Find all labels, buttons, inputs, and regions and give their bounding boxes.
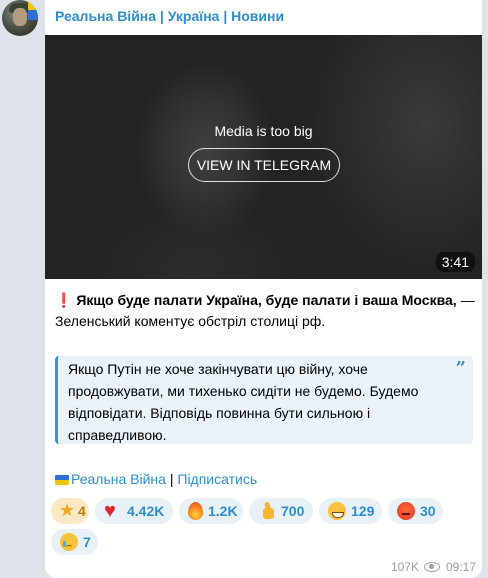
video-media[interactable]: Media is too big VIEW IN TELEGRAM 3:41 <box>45 35 482 279</box>
link-separator: | <box>165 471 178 487</box>
channel-avatar[interactable] <box>2 0 38 36</box>
channel-links: Реальна Війна | Підписатись <box>55 471 257 487</box>
channel-link[interactable]: Реальна Війна <box>71 471 166 487</box>
quote-text: Якщо Путін не хоче закінчувати цю війну,… <box>68 361 419 443</box>
avatar-flag-blue <box>28 10 38 20</box>
reaction-cry[interactable]: 7 <box>51 529 98 555</box>
channel-title[interactable]: Реальна Війна | Україна | Новини <box>55 8 284 24</box>
quote-icon: ” <box>455 358 466 379</box>
reaction-count: 4.42K <box>127 503 165 519</box>
reaction-grin[interactable]: 129 <box>319 498 382 524</box>
angry-face-icon <box>397 501 415 520</box>
subscribe-link[interactable]: Підписатись <box>177 471 257 487</box>
reaction-star[interactable]: ★ 4 <box>51 498 89 524</box>
red-heart-icon: ♥ <box>104 499 116 522</box>
reaction-count: 1.2K <box>208 503 238 519</box>
fire-icon <box>188 501 203 520</box>
reaction-angry[interactable]: 30 <box>388 498 443 524</box>
thumbs-up-icon <box>258 502 276 520</box>
media-too-big-text: Media is too big <box>214 123 313 139</box>
message-time: 09:17 <box>445 560 476 574</box>
avatar-face <box>13 8 27 26</box>
reaction-count: 4 <box>78 503 86 519</box>
star-icon: ★ <box>59 500 76 521</box>
reaction-thumbs-up[interactable]: 700 <box>249 498 313 524</box>
video-duration: 3:41 <box>435 252 475 272</box>
grinning-face-icon <box>328 501 346 520</box>
reaction-heart[interactable]: ♥ 4.42K <box>95 498 173 524</box>
reaction-count: 700 <box>281 503 305 519</box>
avatar-flag-yellow <box>28 0 38 10</box>
exclamation-icon: ❗ <box>55 292 73 308</box>
reaction-fire[interactable]: 1.2K <box>179 498 243 524</box>
reaction-count: 30 <box>420 503 436 519</box>
view-in-telegram-button[interactable]: VIEW IN TELEGRAM <box>188 148 340 182</box>
reaction-count: 7 <box>83 534 91 550</box>
message-meta: 107K 09:17 <box>391 560 476 574</box>
message-bubble: Реальна Війна | Україна | Новини Media i… <box>45 0 482 578</box>
post-caption: ❗ Якщо буде палати Україна, буде палати … <box>55 290 475 332</box>
view-count: 107K <box>390 560 419 574</box>
blockquote: Якщо Путін не хоче закінчувати цю війну,… <box>55 356 473 444</box>
eye-icon <box>423 561 440 572</box>
headline-bold: Якщо буде палати Україна, буде палати і … <box>76 292 457 308</box>
reaction-count: 129 <box>351 503 375 519</box>
ukraine-flag-icon <box>55 475 69 485</box>
crying-face-icon <box>60 532 78 551</box>
